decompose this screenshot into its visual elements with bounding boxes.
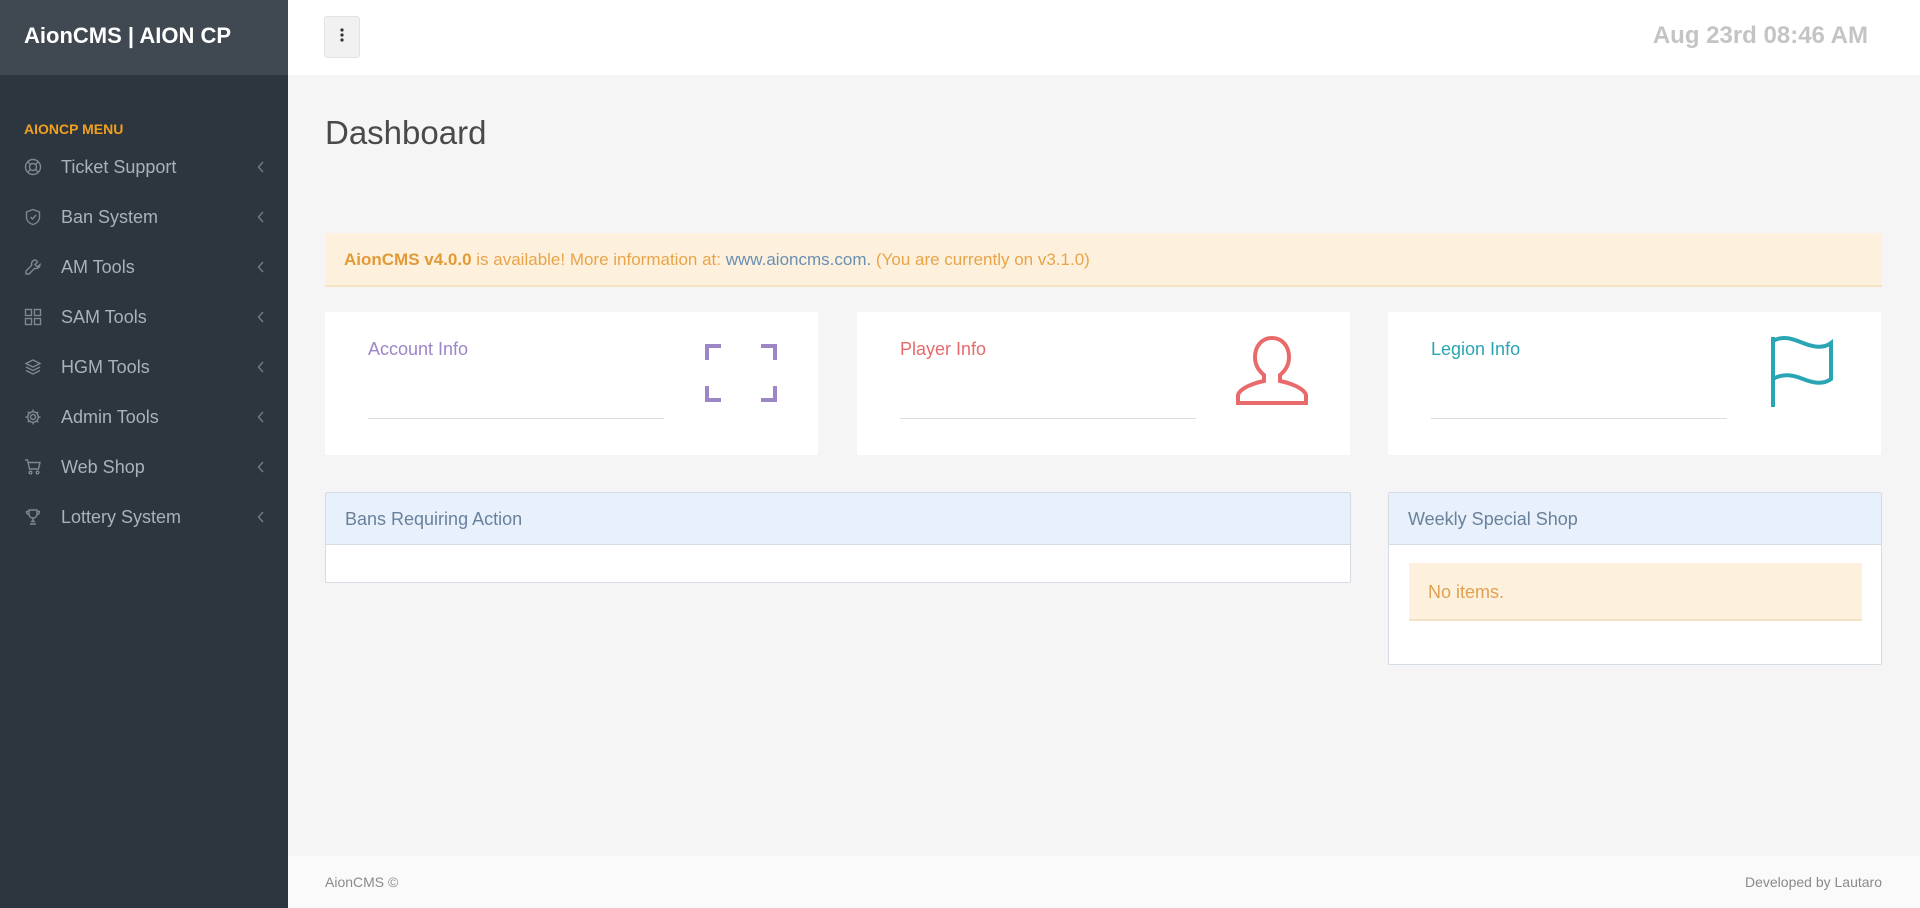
clock: Aug 23rd 08:46 AM <box>1652 22 1868 49</box>
divider <box>900 418 1196 419</box>
menu-toggle-button[interactable] <box>324 16 360 58</box>
topbar: Aug 23rd 08:46 AM <box>288 0 1920 75</box>
sidebar-item-sam-tools[interactable]: SAM Tools <box>0 292 288 342</box>
update-alert: AionCMS v4.0.0 is available! More inform… <box>325 233 1882 287</box>
chevron-left-icon <box>256 261 266 273</box>
wrench-icon <box>24 258 42 276</box>
sidebar-item-am-tools[interactable]: AM Tools <box>0 242 288 292</box>
sidebar-item-lottery-system[interactable]: Lottery System <box>0 492 288 542</box>
weekly-shop-panel: Weekly Special Shop No items. <box>1388 492 1882 665</box>
bans-panel: Bans Requiring Action <box>325 492 1351 583</box>
layers-icon <box>24 358 42 376</box>
chevron-left-icon <box>256 411 266 423</box>
trophy-icon <box>24 508 42 526</box>
vertical-ellipsis-icon <box>340 27 344 47</box>
card-title[interactable]: Legion Info <box>1431 339 1520 360</box>
sidebar-item-label: Ban System <box>61 206 159 227</box>
sidebar-item-label: Web Shop <box>61 456 145 477</box>
chevron-left-icon <box>256 161 266 173</box>
alert-current-version: (You are currently on v3.1.0) <box>871 250 1090 269</box>
menu-header: AIONCP MENU <box>24 121 124 137</box>
fullscreen-icon <box>705 344 777 407</box>
sidebar-item-ticket-support[interactable]: Ticket Support <box>0 142 288 192</box>
divider <box>368 418 664 419</box>
sidebar-item-label: HGM Tools <box>61 356 150 377</box>
sidebar-item-admin-tools[interactable]: Admin Tools <box>0 392 288 442</box>
chevron-left-icon <box>256 361 266 373</box>
sidebar-item-label: AM Tools <box>61 256 135 277</box>
gear-icon <box>24 408 42 426</box>
shield-icon <box>24 208 42 226</box>
divider <box>1431 418 1727 419</box>
sidebar-item-web-shop[interactable]: Web Shop <box>0 442 288 492</box>
grid-icon <box>24 308 42 326</box>
lifebuoy-icon <box>24 158 42 176</box>
player-info-card: Player Info <box>857 312 1350 455</box>
card-title[interactable]: Account Info <box>368 339 468 360</box>
empty-message: No items. <box>1409 563 1862 621</box>
brand-title[interactable]: AionCMS | AION CP <box>0 0 288 75</box>
sidebar-item-ban-system[interactable]: Ban System <box>0 192 288 242</box>
alert-version: AionCMS v4.0.0 <box>344 250 472 269</box>
chevron-left-icon <box>256 511 266 523</box>
sidebar-item-label: SAM Tools <box>61 306 147 327</box>
sidebar-item-hgm-tools[interactable]: HGM Tools <box>0 342 288 392</box>
user-icon <box>1235 335 1309 412</box>
panel-title: Bans Requiring Action <box>326 493 1350 545</box>
legion-info-card: Legion Info <box>1388 312 1881 455</box>
sidebar-menu: Ticket Support Ban System AM Tools SAM T… <box>0 142 288 542</box>
flag-icon <box>1769 335 1835 414</box>
alert-text: is available! More information at: <box>471 250 726 269</box>
chevron-left-icon <box>256 311 266 323</box>
footer-copyright: AionCMS © <box>325 874 399 890</box>
alert-link[interactable]: www.aioncms.com. <box>726 250 871 269</box>
sidebar-item-label: Ticket Support <box>61 156 177 177</box>
account-info-card: Account Info <box>325 312 818 455</box>
sidebar: AionCMS | AION CP AIONCP MENU Ticket Sup… <box>0 0 288 908</box>
panel-title: Weekly Special Shop <box>1389 493 1881 545</box>
page-title: Dashboard <box>325 114 487 151</box>
footer: AionCMS © Developed by Lautaro <box>288 856 1920 908</box>
chevron-left-icon <box>256 211 266 223</box>
footer-credit: Developed by Lautaro <box>1745 874 1882 890</box>
chevron-left-icon <box>256 461 266 473</box>
sidebar-item-label: Lottery System <box>61 506 182 527</box>
cart-icon <box>24 458 42 476</box>
card-title[interactable]: Player Info <box>900 339 986 360</box>
sidebar-item-label: Admin Tools <box>61 406 159 427</box>
